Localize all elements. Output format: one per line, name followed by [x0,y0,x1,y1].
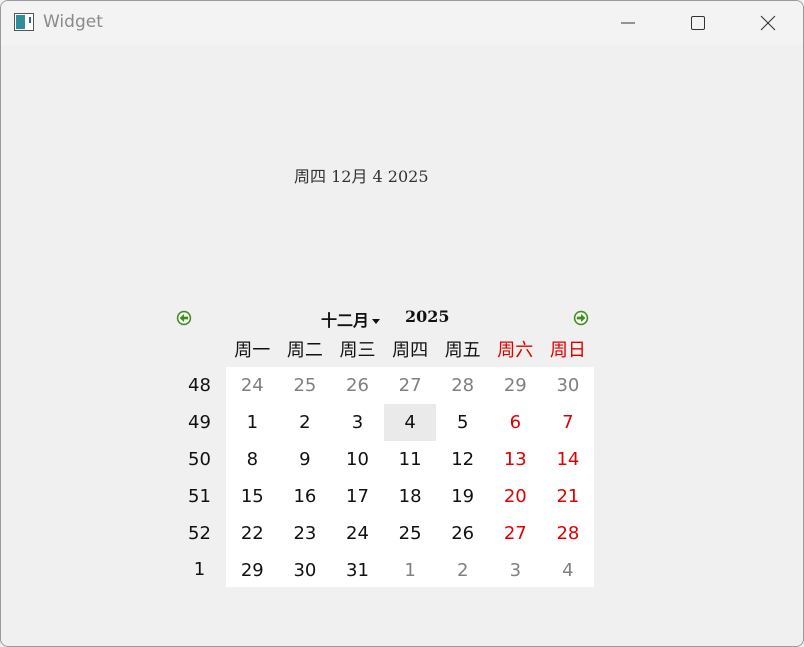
day-cell[interactable]: 30 [542,367,595,404]
day-cell[interactable]: 28 [436,367,489,404]
day-cell[interactable]: 13 [489,441,542,478]
app-window-icon [14,13,34,31]
chevron-down-icon [372,319,381,324]
day-cell[interactable]: 3 [331,404,384,441]
close-icon [760,15,776,31]
weekday-header: 周三 [331,331,384,367]
day-cell[interactable]: 4 [542,552,595,589]
day-cell[interactable]: 29 [226,552,279,589]
day-cell[interactable]: 17 [331,478,384,515]
minimize-button[interactable] [593,1,663,45]
arrow-right-icon[interactable] [573,310,589,326]
day-cell[interactable]: 27 [384,367,437,404]
day-cell[interactable]: 28 [542,515,595,552]
title-bar[interactable]: Widget [1,1,803,45]
day-cell[interactable]: 14 [542,441,595,478]
weekday-header: 周二 [278,331,332,367]
week-number: 49 [173,404,226,441]
day-cell[interactable]: 29 [489,367,542,404]
day-cell[interactable]: 22 [226,515,279,552]
week-number: 50 [173,441,226,478]
day-cell[interactable]: 12 [436,441,489,478]
day-cell[interactable]: 16 [279,478,332,515]
calendar-widget: 十二月 2025 周一 周二 周三 周四 周五 周六 周日 48 24 25 26 27 28 29 30 4… [173,305,595,589]
week-number: 48 [173,367,226,404]
weekday-header: 周四 [383,331,437,367]
day-cell[interactable]: 18 [384,478,437,515]
calendar-grid: 周一 周二 周三 周四 周五 周六 周日 48 24 25 26 27 28 29 30 49 1 2 3 4 5 6 7 5… [173,331,595,589]
day-cell[interactable]: 1 [226,404,279,441]
weekday-header: 周六 [489,331,542,367]
day-cell[interactable]: 23 [279,515,332,552]
day-cell[interactable]: 8 [226,441,279,478]
month-dropdown[interactable]: 十二月 [321,307,381,331]
calendar-corner [173,331,226,367]
window-title: Widget [43,12,103,32]
day-cell[interactable]: 2 [436,552,489,589]
day-cell[interactable]: 15 [226,478,279,515]
weekday-header: 周一 [226,331,279,367]
day-cell[interactable]: 25 [279,367,332,404]
day-cell[interactable]: 9 [279,441,332,478]
maximize-icon [691,16,705,30]
day-cell[interactable]: 21 [542,478,595,515]
day-cell[interactable]: 24 [331,515,384,552]
day-cell[interactable]: 27 [489,515,542,552]
calendar-navigation-bar: 十二月 2025 [173,305,594,331]
day-cell[interactable]: 26 [436,515,489,552]
app-window: Widget 周四 12月 4 2025 十二月 2025 周一 周二 周三 周… [0,0,804,647]
day-cell[interactable]: 26 [331,367,384,404]
day-cell[interactable]: 2 [279,404,332,441]
day-cell[interactable]: 25 [384,515,437,552]
day-cell[interactable]: 31 [331,552,384,589]
week-number: 52 [173,515,226,552]
day-cell[interactable]: 10 [331,441,384,478]
day-cell-selected[interactable]: 4 [383,404,437,441]
day-cell[interactable]: 3 [489,552,542,589]
day-cell[interactable]: 1 [384,552,437,589]
maximize-button[interactable] [663,1,733,45]
selected-date-label: 周四 12月 4 2025 [294,167,429,186]
week-number: 1 [173,552,226,587]
day-cell[interactable]: 11 [384,441,437,478]
day-cell[interactable]: 30 [279,552,332,589]
day-cell[interactable]: 24 [226,367,279,404]
minimize-icon [621,22,635,24]
month-label: 十二月 [321,311,370,330]
year-spinbox[interactable]: 2025 [405,307,450,326]
close-button[interactable] [733,1,803,45]
arrow-left-icon[interactable] [176,310,192,326]
day-cell[interactable]: 6 [489,404,542,441]
weekday-header: 周日 [541,331,595,367]
day-cell[interactable]: 19 [436,478,489,515]
day-cell[interactable]: 5 [436,404,489,441]
day-cell[interactable]: 7 [542,404,595,441]
week-number: 51 [173,478,226,515]
day-cell[interactable]: 20 [489,478,542,515]
weekday-header: 周五 [436,331,489,367]
